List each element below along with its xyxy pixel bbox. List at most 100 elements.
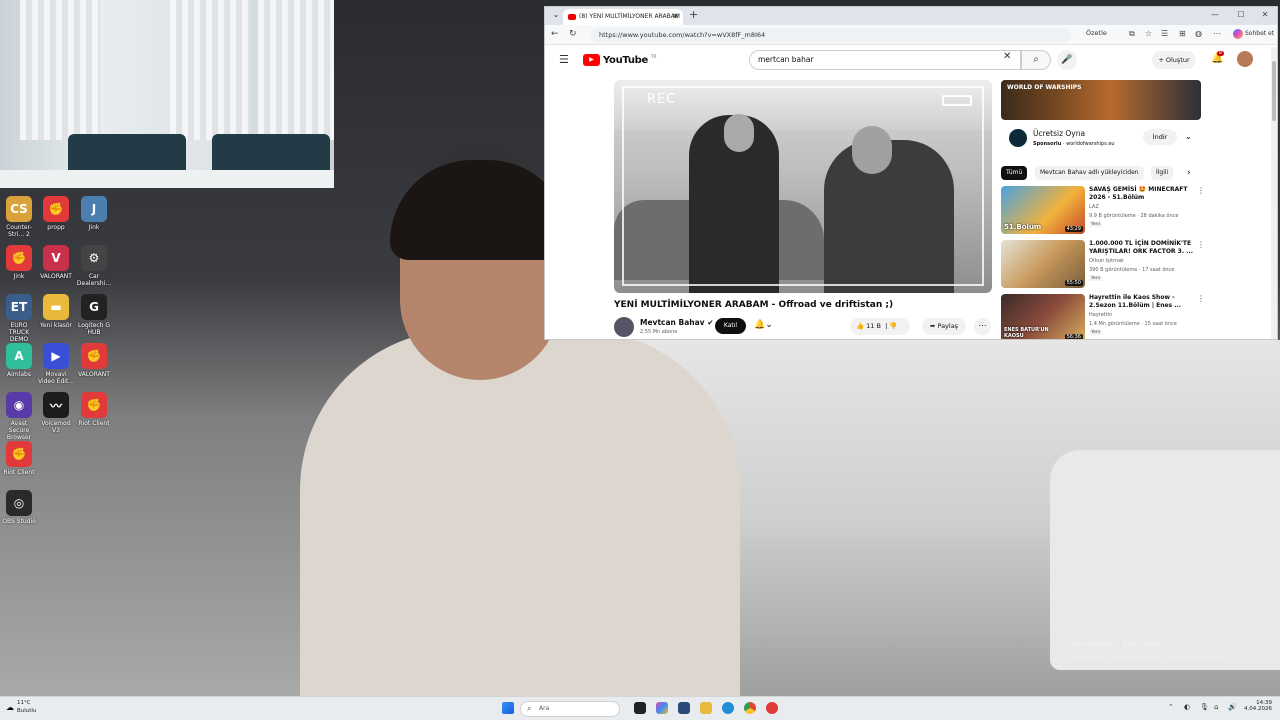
tab-youtube[interactable]: (8) YENİ MULTİMİLYONER ARABAM ✕	[563, 9, 683, 25]
desktop-icon[interactable]: ▶ Movavi Video Edit...	[37, 343, 75, 385]
riot-client-icon[interactable]	[766, 702, 778, 714]
start-button[interactable]	[502, 702, 514, 714]
chip-all[interactable]: Tümü	[1001, 166, 1028, 180]
more-options-icon[interactable]: ⋮	[1197, 294, 1205, 303]
more-actions-icon[interactable]: ⋯	[974, 318, 991, 335]
ad-sponsored-label: Sponsorlu	[1033, 141, 1062, 147]
more-options-icon[interactable]: ⋮	[1197, 240, 1205, 249]
desktop-icon[interactable]: G Logitech G HUB	[75, 294, 113, 336]
video-thumbnail[interactable]: ENES BATUR'UN KAOSU 56:36	[1001, 294, 1085, 339]
chrome-icon[interactable]	[744, 702, 756, 714]
favorite-star-icon[interactable]: ☆	[1145, 29, 1152, 38]
share-button[interactable]: ➦ Paylaş	[922, 318, 966, 335]
file-explorer-icon[interactable]	[700, 702, 712, 714]
recommendation-item[interactable]: ENES BATUR'UN KAOSU 56:36 Hayrettin ile …	[1001, 294, 1207, 339]
tab-list-button[interactable]: ⌄	[549, 10, 563, 22]
task-view-icon[interactable]	[634, 702, 646, 714]
copilot-app-icon[interactable]	[656, 702, 668, 714]
desktop-icon[interactable]: ✊ Riot Client	[0, 441, 38, 476]
chip-uploader[interactable]: Mevtcan Bahav adlı yükleyiciden	[1035, 166, 1144, 180]
cloud-icon[interactable]: ☁	[6, 703, 14, 712]
ad-banner[interactable]: WORLD OF WARSHIPS	[1001, 80, 1201, 120]
recommendation-title[interactable]: Hayrettin ile Kaos Show - 2.Sezon 11.Böl…	[1089, 294, 1195, 310]
desktop-icon[interactable]: A Aimlabs	[0, 343, 38, 378]
tray-app-icon[interactable]: ◐	[1184, 703, 1190, 711]
chevron-up-icon[interactable]: ⌃	[1168, 703, 1174, 711]
settings-more-icon[interactable]: ⋯	[1213, 29, 1221, 38]
profile-icon[interactable]: ◍	[1195, 29, 1202, 38]
desktop-icon[interactable]: J Jink	[75, 196, 113, 231]
notification-preferences-icon[interactable]: 🔔⌄	[754, 320, 773, 330]
voice-search-icon[interactable]: 🎤	[1057, 50, 1077, 70]
desktop-icon[interactable]: ◉ Avast Secure Browser	[0, 392, 38, 441]
chip-related[interactable]: İlgili	[1151, 166, 1174, 180]
new-tab-button[interactable]: +	[689, 8, 698, 21]
desktop-icon[interactable]: ET EURO TRUCK DEMO	[0, 294, 38, 343]
tab-actions-icon[interactable]: ⧉	[1129, 29, 1135, 39]
recommendation-channel[interactable]: Hayrettin	[1089, 312, 1112, 318]
volume-icon[interactable]: 🔊	[1228, 703, 1237, 711]
url-field[interactable]: https://www.youtube.com/watch?v=wVX8fF_m…	[591, 28, 1071, 42]
desktop-icon[interactable]: CS Counter-Stri... 2	[0, 196, 38, 238]
chevron-right-icon[interactable]: ›	[1187, 168, 1191, 178]
join-button[interactable]: Katıl	[715, 318, 746, 334]
collections-icon[interactable]: ⊞	[1179, 29, 1186, 38]
chevron-down-icon[interactable]: ⌄	[1185, 132, 1192, 141]
page-scrollbar[interactable]	[1271, 47, 1277, 339]
desktop-icon[interactable]: 〰 Voicemod V3	[37, 392, 75, 434]
ad-download-button[interactable]: İndir	[1143, 129, 1177, 145]
favorites-icon[interactable]: ☰	[1161, 29, 1168, 38]
recommendation-channel[interactable]: LAZ	[1089, 204, 1099, 210]
store-icon[interactable]	[678, 702, 690, 714]
chat-button[interactable]: Sohbet et	[1245, 30, 1274, 37]
recommendation-channel[interactable]: Orkun Işıtmak	[1089, 258, 1124, 264]
desktop-icon[interactable]: ▬ Yeni klasör	[37, 294, 75, 329]
channel-row: Mevtcan Bahav ✔ 2,55 Mn abone Katıl 🔔⌄ 👍…	[614, 316, 992, 338]
microphone-icon[interactable]: 🎙	[1200, 703, 1209, 711]
scrollbar-thumb[interactable]	[1272, 61, 1276, 121]
taskbar-search[interactable]: ⌕ Ara	[520, 701, 620, 717]
network-icon[interactable]: ⌂	[1214, 703, 1218, 711]
create-button[interactable]: + Oluştur	[1152, 51, 1196, 69]
desktop-icon-label: EURO TRUCK DEMO	[8, 322, 30, 343]
sponsored-ad[interactable]: WORLD OF WARSHIPS Ücretsiz Oyna Sponsorl…	[1001, 80, 1201, 160]
video-thumbnail[interactable]: 51.Bölüm 43:29	[1001, 186, 1085, 234]
channel-avatar[interactable]	[614, 317, 634, 337]
close-tab-icon[interactable]: ✕	[672, 9, 679, 25]
recommendation-item[interactable]: 51.Bölüm 43:29 SAVAŞ GEMİSİ 🤩 MINECRAFT …	[1001, 186, 1207, 236]
desktop-icon[interactable]: ◎ OBS Studio	[0, 490, 38, 525]
search-button[interactable]: ⌕	[1021, 50, 1051, 70]
like-button[interactable]: 👍 11 B | 👎	[850, 318, 910, 335]
back-icon[interactable]: ←	[551, 29, 559, 39]
refresh-icon[interactable]: ↻	[569, 29, 577, 39]
video-player[interactable]: REC	[614, 80, 992, 293]
thumbs-down-icon[interactable]: 👎	[889, 322, 897, 330]
minimize-button[interactable]: —	[1205, 10, 1225, 19]
desktop-icon[interactable]: ✊ Jink	[0, 245, 38, 280]
youtube-logo[interactable]: ▶ YouTube TR	[583, 54, 656, 66]
more-options-icon[interactable]: ⋮	[1197, 186, 1205, 195]
edge-icon[interactable]	[722, 702, 734, 714]
search-input[interactable]: mertcan bahar	[749, 50, 1021, 70]
recommendation-item[interactable]: 55:50 1.000.000 TL İÇİN DOMİNİK'TE YARIŞ…	[1001, 240, 1207, 290]
copilot-icon[interactable]	[1233, 29, 1243, 39]
recommendation-title[interactable]: 1.000.000 TL İÇİN DOMİNİK'TE YARIŞTILAR!…	[1089, 240, 1195, 256]
maximize-button[interactable]: ☐	[1231, 10, 1251, 19]
account-avatar[interactable]	[1237, 51, 1253, 67]
weather-condition[interactable]: Bulutlu	[17, 708, 36, 714]
channel-name[interactable]: Mevtcan Bahav ✔	[640, 318, 713, 327]
desktop-icon[interactable]: ✊ VALORANT	[75, 343, 113, 378]
desktop-icon[interactable]: ⚙ Car Dealershi...	[75, 245, 113, 287]
app-icon: ✊	[81, 392, 107, 418]
desktop-icon[interactable]: ✊ Riot Client	[75, 392, 113, 427]
summary-button[interactable]: Özetle	[1086, 29, 1107, 37]
desktop-icon[interactable]: V VALORANT	[37, 245, 75, 280]
hamburger-menu-icon[interactable]: ☰	[559, 53, 569, 66]
close-window-button[interactable]: ✕	[1255, 10, 1275, 19]
clock[interactable]: 14:39 4.04.2026	[1244, 700, 1272, 712]
recommendation-title[interactable]: SAVAŞ GEMİSİ 🤩 MINECRAFT 2026 - 51.Bölüm	[1089, 186, 1195, 202]
weather-temperature[interactable]: 11°C	[17, 700, 31, 706]
clear-search-icon[interactable]: ✕	[1003, 51, 1011, 62]
desktop-icon[interactable]: ✊ propp	[37, 196, 75, 231]
video-thumbnail[interactable]: 55:50	[1001, 240, 1085, 288]
